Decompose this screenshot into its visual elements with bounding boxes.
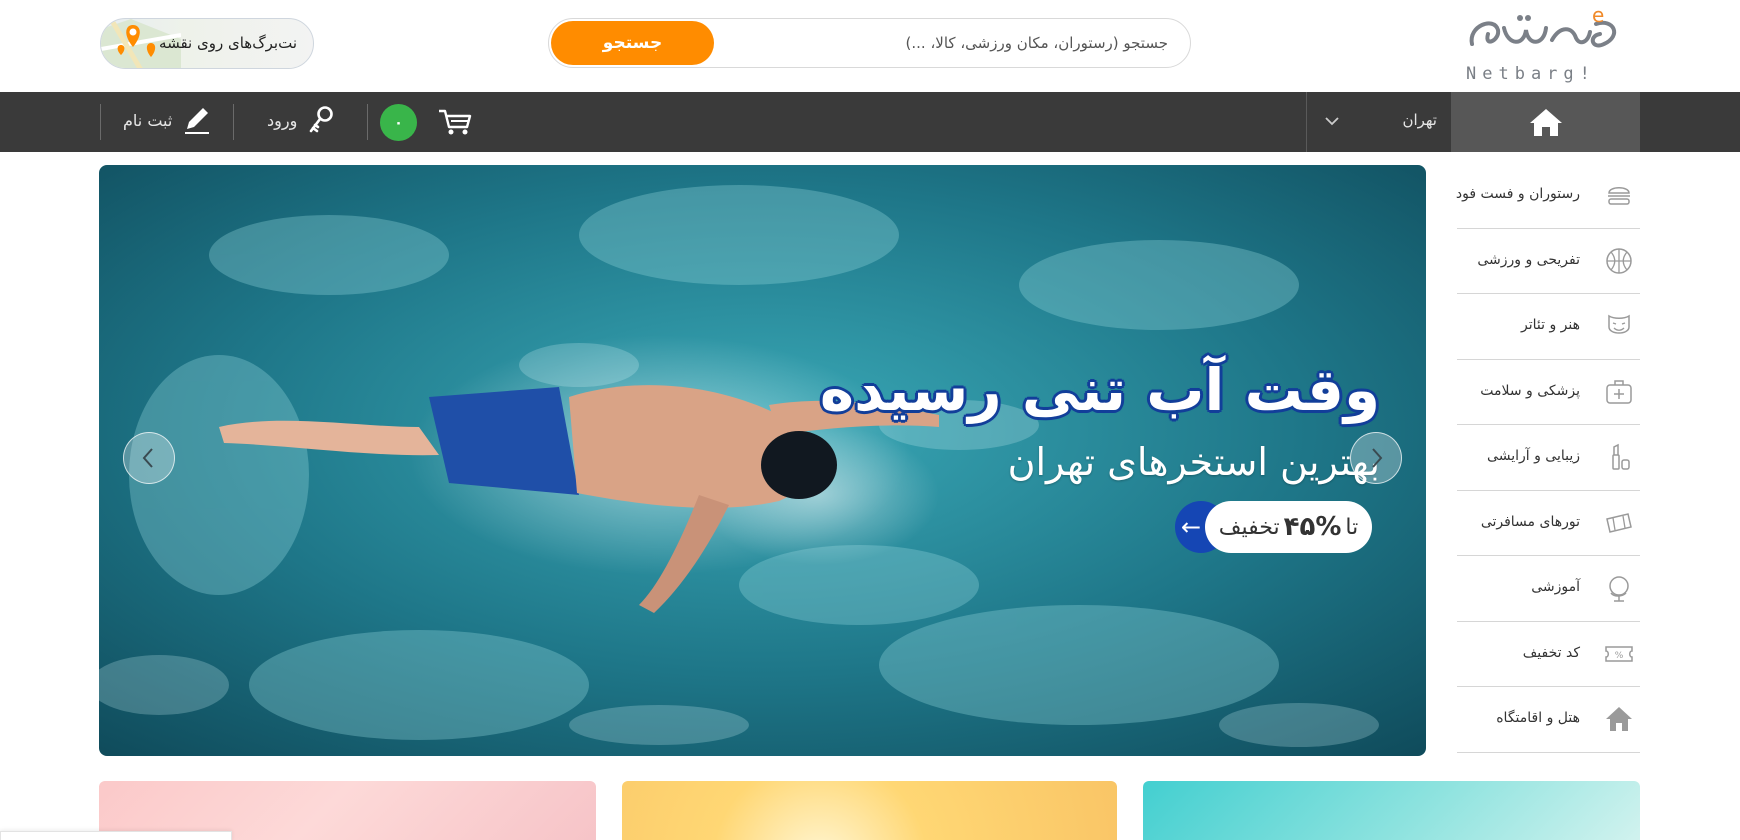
offer-label: تا ۴۵% تخفیف: [1205, 501, 1372, 553]
category-label: تورهای مسافرتی: [1480, 513, 1580, 530]
category-item-health[interactable]: پزشکی و سلامت: [1457, 360, 1640, 425]
category-label: پزشکی و سلامت: [1480, 382, 1580, 399]
chevron-right-icon: [1372, 448, 1383, 468]
hotel-icon: [1606, 707, 1632, 731]
slide-headline: وقت آب تنی رسیده: [819, 356, 1381, 424]
notification-panel: [0, 831, 232, 840]
category-item-education[interactable]: آموزشی: [1457, 556, 1640, 622]
signup-button[interactable]: ثبت نام: [121, 92, 211, 152]
hero-slider[interactable]: وقت آب تنی رسیده بهترین استخرهای تهران ←…: [99, 165, 1426, 756]
promo-card[interactable]: [1143, 781, 1640, 840]
city-name: تهران: [1402, 111, 1437, 129]
category-label: کد تخفیف: [1522, 644, 1580, 661]
key-icon: [309, 106, 333, 133]
site-logo[interactable]: e Netbarg!: [1462, 6, 1626, 84]
category-label: زیبایی و آرایشی: [1487, 448, 1580, 464]
category-item-beauty[interactable]: زیبایی و آرایشی: [1457, 425, 1640, 491]
nav-divider: [367, 104, 368, 140]
offer-button[interactable]: ← تا ۴۵% تخفیف: [1175, 501, 1372, 553]
category-label: تفریحی و ورزشی: [1477, 251, 1580, 268]
svg-text:e: e: [1592, 6, 1604, 27]
logo-wordmark: Netbarg!: [1466, 64, 1596, 84]
site-header: e Netbarg! جستجو نت‌برگ‌های روی نقشه: [0, 0, 1740, 92]
coupon-icon: %: [1605, 645, 1633, 662]
offer-prefix: تا: [1345, 514, 1359, 540]
search-button[interactable]: جستجو: [551, 21, 714, 65]
category-label: هنر و تئاتر: [1520, 317, 1580, 333]
burger-icon: [1608, 187, 1630, 205]
logo-mark: e: [1469, 6, 1617, 48]
login-button[interactable]: ورود: [265, 92, 335, 152]
globe-icon: [1609, 576, 1629, 602]
cart-button[interactable]: [438, 92, 472, 152]
category-item-art[interactable]: هنر و تئاتر: [1457, 294, 1640, 360]
category-item-tours[interactable]: تورهای مسافرتی: [1457, 491, 1640, 556]
svg-text:%: %: [1615, 651, 1624, 661]
main-navbar: تهران ورود ثبت نام: [0, 92, 1740, 152]
cart-icon: [439, 109, 472, 135]
nav-divider: [233, 104, 234, 140]
suitcase-icon: [1606, 512, 1632, 533]
cart-count-badge: ۰: [380, 104, 417, 141]
login-label: ورود: [267, 111, 298, 130]
category-item-coupon[interactable]: کد تخفیف %: [1457, 622, 1640, 687]
map-view-label: نت‌برگ‌های روی نقشه: [159, 34, 297, 52]
city-selector[interactable]: تهران: [1306, 92, 1451, 152]
slider-next-button[interactable]: [1350, 432, 1402, 484]
category-item-sports[interactable]: تفریحی و ورزشی: [1457, 229, 1640, 294]
search-bar: جستجو: [548, 18, 1191, 68]
category-label: آموزشی: [1531, 579, 1580, 595]
slider-prev-button[interactable]: [123, 432, 175, 484]
pencil-icon: [185, 108, 209, 134]
category-item-restaurant[interactable]: رستوران و فست فود: [1455, 163, 1640, 229]
home-icon: [1529, 109, 1562, 136]
category-label: رستوران و فست فود: [1455, 186, 1580, 202]
chevron-down-icon: [1325, 117, 1339, 126]
search-input[interactable]: [728, 31, 1168, 55]
offer-suffix: تخفیف: [1218, 514, 1280, 540]
basketball-icon: [1606, 247, 1632, 274]
category-label: هتل و اقامتگاه: [1496, 710, 1580, 726]
map-view-button[interactable]: نت‌برگ‌های روی نقشه: [100, 18, 314, 69]
medical-kit-icon: [1606, 379, 1632, 404]
nav-divider: [100, 104, 101, 140]
offer-amount: ۴۵%: [1283, 512, 1342, 542]
home-button[interactable]: [1451, 92, 1640, 152]
theater-mask-icon: [1608, 314, 1630, 334]
chevron-left-icon: [142, 448, 153, 468]
category-item-hotel[interactable]: هتل و اقامتگاه: [1457, 687, 1640, 753]
slide-subheadline: بهترین استخرهای تهران: [1007, 440, 1380, 484]
promo-card[interactable]: [622, 781, 1117, 840]
category-menu: رستوران و فست فود تفریحی و ورزشی هنر و ت…: [1455, 163, 1640, 753]
cosmetics-icon: [1612, 443, 1630, 470]
signup-label: ثبت نام: [123, 111, 173, 130]
